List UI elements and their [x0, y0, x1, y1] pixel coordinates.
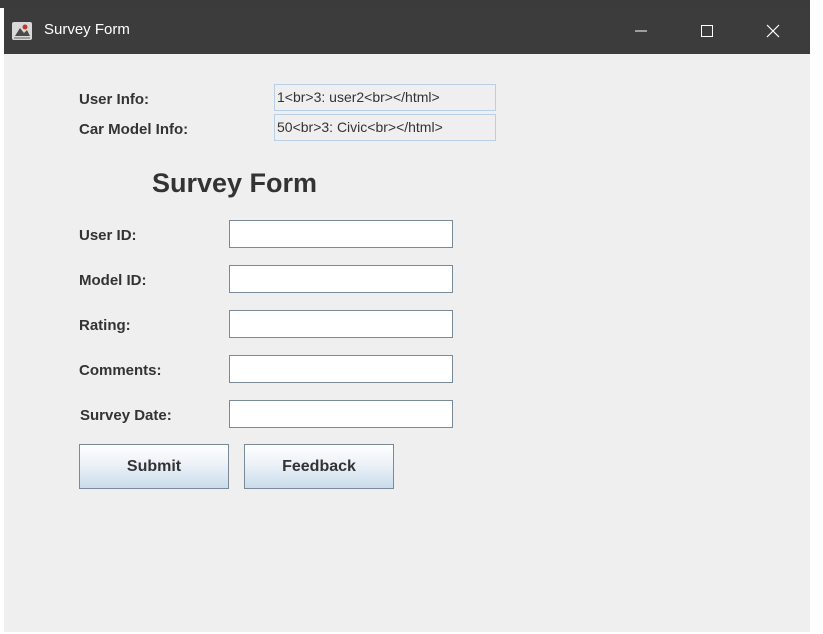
user-id-input[interactable] — [229, 220, 453, 248]
rating-label: Rating: — [79, 317, 131, 334]
user-info-value: 1<br>3: user2<br></html> — [274, 84, 496, 111]
model-id-label: Model ID: — [79, 272, 147, 289]
user-id-label: User ID: — [79, 227, 137, 244]
submit-button[interactable]: Submit — [79, 444, 229, 489]
car-model-info-label: Car Model Info: — [79, 121, 189, 138]
comments-input[interactable] — [229, 355, 453, 383]
desktop-background — [0, 0, 823, 8]
close-icon — [765, 23, 781, 39]
comments-label: Comments: — [79, 362, 162, 379]
user-info-label: User Info: — [79, 91, 150, 108]
maximize-button[interactable] — [674, 8, 740, 54]
survey-date-input[interactable] — [229, 400, 453, 428]
model-id-input[interactable] — [229, 265, 453, 293]
close-button[interactable] — [740, 8, 806, 54]
form-heading: Survey Form — [152, 168, 318, 198]
minimize-icon — [634, 24, 648, 38]
car-model-info-value: 50<br>3: Civic<br></html> — [274, 114, 496, 141]
title-bar[interactable]: Survey Form — [4, 8, 810, 54]
content-panel: User Info: 1<br>3: user2<br></html> Car … — [4, 54, 810, 632]
maximize-icon — [700, 24, 714, 38]
java-app-icon — [12, 22, 32, 40]
survey-date-label: Survey Date: — [80, 407, 172, 424]
rating-input[interactable] — [229, 310, 453, 338]
minimize-button[interactable] — [608, 8, 674, 54]
window-title: Survey Form — [44, 21, 130, 38]
feedback-button[interactable]: Feedback — [244, 444, 394, 489]
desktop-edge — [810, 0, 823, 634]
survey-window: Survey Form User Info: 1<br>3: user2<br>… — [4, 8, 810, 632]
